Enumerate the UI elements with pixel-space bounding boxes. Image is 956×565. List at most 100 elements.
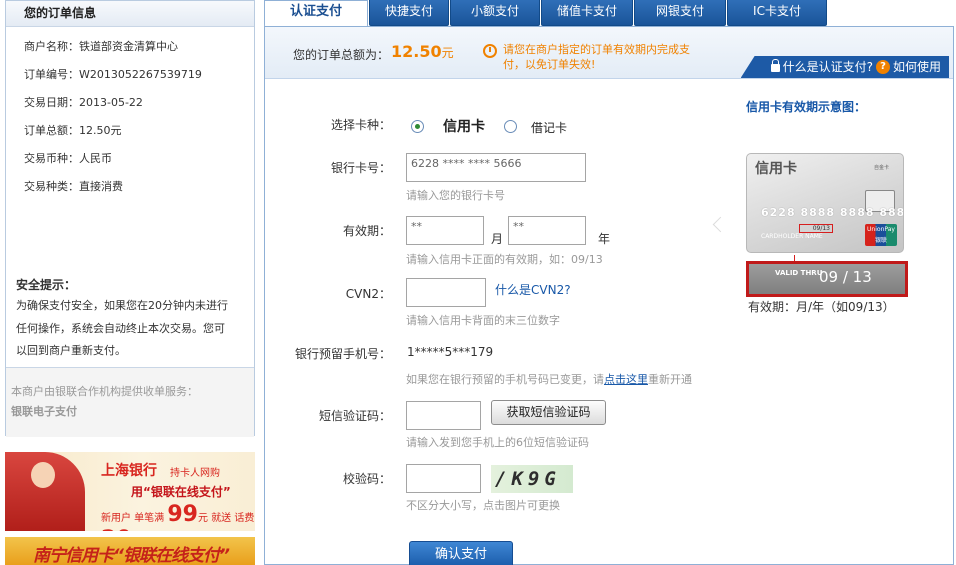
sms-code-input[interactable] bbox=[406, 401, 481, 430]
total-amount-unit: 元 bbox=[441, 46, 454, 60]
valid-thru-date: 09 / 13 bbox=[819, 268, 872, 286]
what-is-auth-pay-link[interactable]: 什么是认证支付? bbox=[783, 56, 873, 78]
banner-text: 南宁信用卡“银联在线支付” bbox=[33, 546, 230, 565]
banner-promo-mid: 就送 话费 bbox=[211, 513, 255, 524]
change-phone-link[interactable]: 点击这里 bbox=[604, 373, 648, 386]
captcha-hint: 不区分大小写，点击图片可更换 bbox=[406, 499, 560, 512]
total-amount: 12.50元 bbox=[391, 42, 454, 61]
phone-value: 1*****5***179 bbox=[407, 345, 494, 359]
sms-code-label: 短信验证码： bbox=[318, 409, 391, 423]
banner-amount-1: 99 bbox=[167, 502, 198, 527]
banner-subtitle: 持卡人网购 bbox=[170, 468, 220, 479]
security-tip-line: 为确保支付安全，如果您在20分钟内未进行 bbox=[16, 299, 228, 312]
captcha-image[interactable]: /K9G bbox=[491, 465, 573, 493]
expiry-format-caption: 有效期：月/年（如09/13） bbox=[748, 300, 895, 314]
captcha-input[interactable] bbox=[406, 464, 481, 493]
cvn2-input[interactable] bbox=[406, 278, 486, 307]
acquirer-info-line: 本商户由银联合作机构提供收单服务： bbox=[11, 385, 198, 398]
card-number-label: 银行卡号： bbox=[330, 161, 391, 175]
order-row-value: 铁道部资金清算中心 bbox=[79, 40, 178, 53]
credit-card-radio[interactable] bbox=[411, 120, 424, 133]
order-info-list: 商户名称：铁道部资金清算中心 订单编号：W2013052267539719 交易… bbox=[6, 27, 254, 205]
order-row-type: 交易种类：直接消费 bbox=[24, 177, 254, 205]
order-row-value: 2013-05-22 bbox=[79, 96, 143, 109]
valid-thru-label: VALID THRU bbox=[775, 269, 823, 277]
tab-stored-value-pay[interactable]: 储值卡支付 bbox=[541, 0, 633, 26]
card-type-text: 自金卡 bbox=[873, 165, 889, 171]
expiry-warning: 请您在商户指定的订单有效期内完成支付，以免订单失效! bbox=[503, 43, 690, 71]
credit-card-illustration: 信用卡 自金卡 6228 8888 8888 8888 09/13 CARDHO… bbox=[746, 153, 904, 253]
expiry-year-input[interactable]: ** bbox=[508, 216, 586, 245]
what-is-cvn2-link[interactable]: 什么是CVN2? bbox=[495, 281, 571, 298]
captcha-label: 校验码： bbox=[342, 472, 391, 486]
confirm-payment-button[interactable]: 确认支付 bbox=[409, 541, 513, 565]
phone-hint-suffix: 重新开通 bbox=[648, 373, 692, 386]
question-icon: ? bbox=[875, 60, 890, 74]
order-row-label: 商户名称： bbox=[24, 40, 79, 53]
order-summary-bar: 您的订单总额为： 12.50元 请您在商户指定的订单有效期内完成支付，以免订单失… bbox=[265, 27, 953, 79]
debit-card-radio[interactable] bbox=[504, 120, 517, 133]
phone-hint-prefix: 如果您在银行预留的手机号码已变更，请 bbox=[406, 373, 604, 386]
lock-icon bbox=[770, 59, 780, 72]
order-row-total: 订单总额：12.50元 bbox=[24, 121, 254, 149]
security-tip-line: 任何操作，系统会自动终止本次交易。您可 bbox=[16, 321, 225, 335]
get-sms-code-button[interactable]: 获取短信验证码 bbox=[491, 400, 606, 425]
expiry-month-input[interactable]: ** bbox=[406, 216, 484, 245]
card-example-holder: CARDHOLDER NAME bbox=[761, 233, 823, 240]
card-example-mini-expiry: 09/13 bbox=[799, 224, 833, 233]
banner-bank-name: 上海银行 bbox=[101, 463, 157, 479]
card-number-input[interactable]: 6228 **** **** 5666 bbox=[406, 153, 586, 182]
acquirer-info: 本商户由银联合作机构提供收单服务： 银联电子支付 bbox=[6, 367, 254, 437]
order-row-label: 订单总额： bbox=[24, 124, 79, 137]
order-row-value: 人民币 bbox=[79, 152, 112, 165]
total-label: 您的订单总额为： bbox=[293, 48, 390, 62]
order-row-merchant: 商户名称：铁道部资金清算中心 bbox=[24, 37, 254, 65]
order-row-value: 直接消费 bbox=[79, 180, 123, 193]
help-strip: 什么是认证支付? ? 如何使用 bbox=[740, 56, 949, 78]
banner-amount-2: 20 bbox=[101, 527, 132, 531]
order-row-value: W2013052267539719 bbox=[79, 68, 202, 81]
security-tip-line: 以回到商户重新支付。 bbox=[16, 344, 126, 357]
expiry-year-unit: 年 bbox=[598, 232, 611, 246]
card-example-number: 6228 8888 8888 8888 bbox=[761, 206, 904, 219]
expiry-month-unit: 月 bbox=[491, 232, 504, 246]
credit-card-option-label[interactable]: 信用卡 bbox=[443, 116, 485, 136]
order-info-title: 您的订单信息 bbox=[6, 1, 254, 27]
order-row-value: 12.50元 bbox=[79, 124, 122, 137]
banner-slogan: 用“银联在线支付” bbox=[131, 485, 231, 499]
order-row-currency: 交易币种：人民币 bbox=[24, 149, 254, 177]
clock-icon bbox=[483, 44, 497, 58]
nanning-credit-card-banner[interactable]: 南宁信用卡“银联在线支付” bbox=[5, 537, 255, 565]
payment-panel: 您的订单总额为： 12.50元 请您在商户指定的订单有效期内完成支付，以免订单失… bbox=[264, 26, 954, 565]
order-row-label: 订单编号： bbox=[24, 68, 79, 81]
banner-promo: 新用户 单笔满 99元 就送 话费 20元 bbox=[101, 502, 255, 531]
payment-method-tabs: 认证支付 快捷支付 小额支付 储值卡支付 网银支付 IC卡支付 bbox=[264, 0, 828, 27]
payment-form: 选择卡种： 信用卡 借记卡 银行卡号： 6228 **** **** 5666 … bbox=[265, 79, 721, 565]
bank-of-shanghai-banner[interactable]: 上海银行 持卡人网购 用“银联在线支付” 新用户 单笔满 99元 就送 话费 2… bbox=[5, 452, 255, 531]
expiry-example-panel: 信用卡有效期示意图： 信用卡 自金卡 6228 8888 8888 8888 0… bbox=[712, 79, 953, 439]
how-to-use-link[interactable]: 如何使用 bbox=[893, 56, 941, 78]
tab-small-pay[interactable]: 小额支付 bbox=[450, 0, 540, 26]
expiry-example-title: 信用卡有效期示意图： bbox=[746, 100, 867, 114]
expiry-hint: 请输入信用卡正面的有效期，如：09/13 bbox=[406, 253, 603, 266]
order-info-panel: 您的订单信息 商户名称：铁道部资金清算中心 订单编号：W201305226753… bbox=[5, 0, 255, 437]
banner-promo-prefix: 新用户 单笔满 bbox=[101, 513, 165, 524]
tab-auth-pay[interactable]: 认证支付 bbox=[264, 0, 368, 27]
card-number-hint: 请输入您的银行卡号 bbox=[406, 189, 505, 202]
phone-hint: 如果您在银行预留的手机号码已变更，请点击这里重新开通 bbox=[406, 371, 692, 387]
acquirer-name: 银联电子支付 bbox=[11, 405, 77, 418]
tab-quick-pay[interactable]: 快捷支付 bbox=[369, 0, 449, 26]
order-row-order-number: 订单编号：W2013052267539719 bbox=[24, 65, 254, 93]
order-row-label: 交易币种： bbox=[24, 152, 79, 165]
card-type-label: 选择卡种： bbox=[330, 118, 391, 132]
expiry-label: 有效期： bbox=[342, 224, 391, 238]
tab-ic-card-pay[interactable]: IC卡支付 bbox=[727, 0, 827, 26]
security-tip: 安全提示： 为确保支付安全，如果您在20分钟内未进行 任何操作，系统会自动终止本… bbox=[6, 269, 254, 363]
unionpay-logo-icon: UnionPay 银联 bbox=[865, 224, 897, 246]
valid-thru-zoom: VALID THRU 09 / 13 bbox=[746, 261, 908, 297]
debit-card-option-label[interactable]: 借记卡 bbox=[531, 119, 567, 136]
tab-online-banking-pay[interactable]: 网银支付 bbox=[634, 0, 726, 26]
order-row-date: 交易日期：2013-05-22 bbox=[24, 93, 254, 121]
sms-code-hint: 请输入发到您手机上的6位短信验证码 bbox=[406, 436, 589, 449]
total-amount-value: 12.50 bbox=[391, 42, 442, 61]
